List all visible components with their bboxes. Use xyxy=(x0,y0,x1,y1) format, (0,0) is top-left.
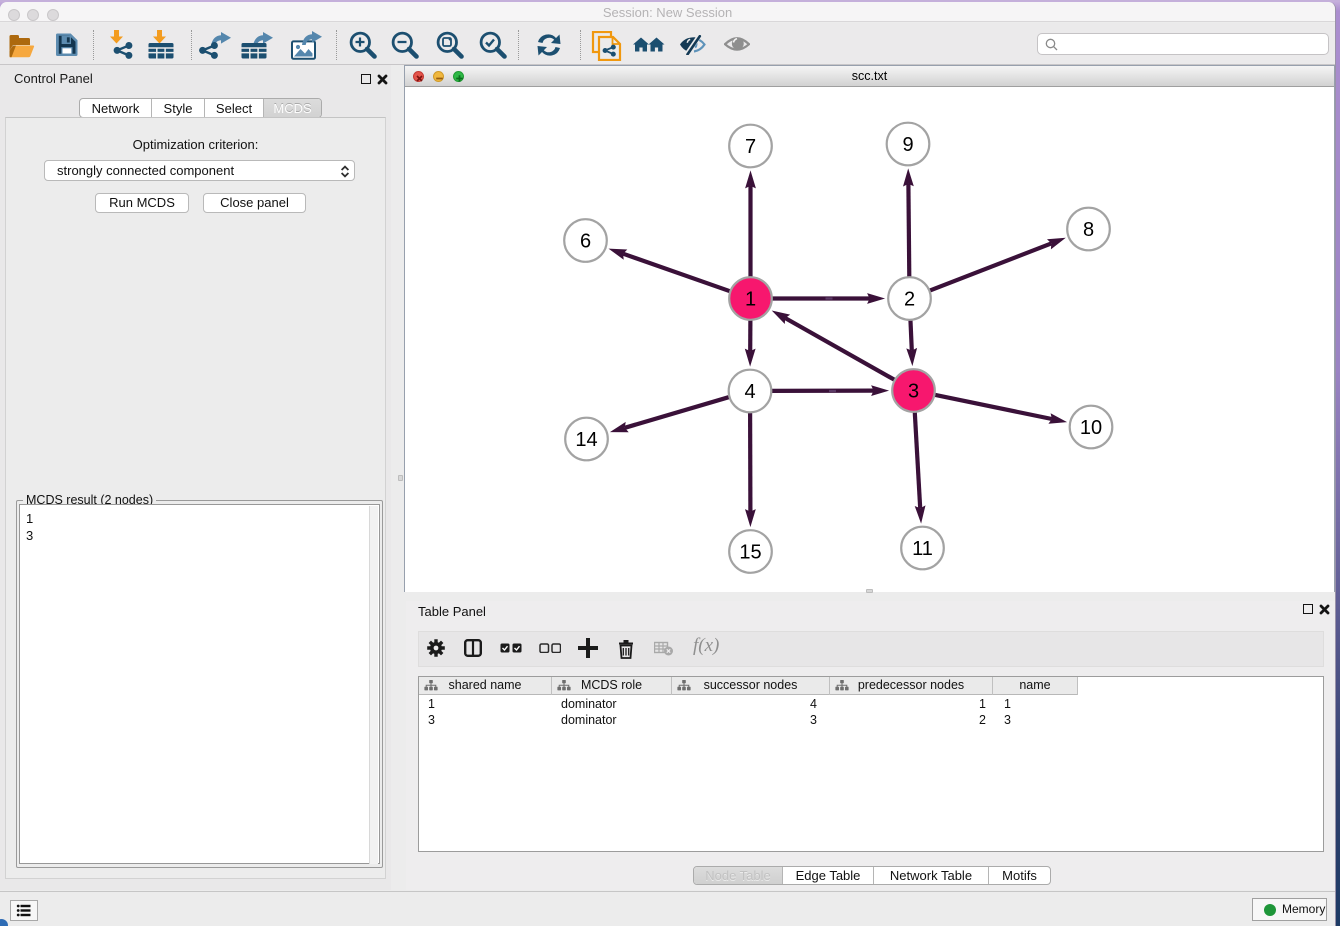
svg-text:14: 14 xyxy=(575,429,597,451)
svg-text:4: 4 xyxy=(744,381,755,403)
svg-text:15: 15 xyxy=(739,542,761,564)
svg-text:2: 2 xyxy=(904,289,915,311)
svg-text:3: 3 xyxy=(908,381,919,403)
svg-text:1: 1 xyxy=(745,289,756,311)
svg-text:9: 9 xyxy=(902,134,913,156)
svg-text:7: 7 xyxy=(745,136,756,158)
svg-text:6: 6 xyxy=(580,231,591,253)
svg-text:8: 8 xyxy=(1083,219,1094,241)
svg-text:11: 11 xyxy=(912,538,933,560)
svg-text:10: 10 xyxy=(1080,417,1102,439)
